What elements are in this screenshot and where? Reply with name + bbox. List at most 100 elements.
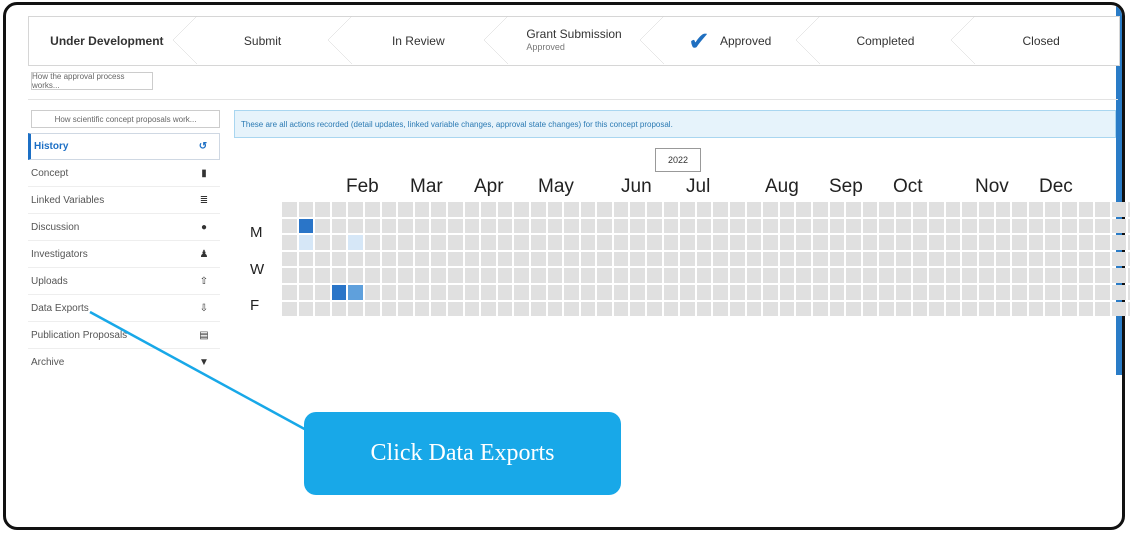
heatmap-cell[interactable] <box>1045 251 1060 267</box>
heatmap-cell[interactable] <box>530 218 546 234</box>
heatmap-cell[interactable] <box>630 235 646 250</box>
heatmap-cell[interactable] <box>613 218 629 234</box>
heatmap-cell[interactable] <box>995 284 1011 300</box>
heatmap-cell[interactable] <box>630 284 646 300</box>
heatmap-cell[interactable] <box>564 235 579 250</box>
heatmap-cell[interactable] <box>713 251 729 267</box>
heatmap-cell[interactable] <box>829 235 845 250</box>
heatmap-cell[interactable] <box>895 284 911 300</box>
heatmap-cell[interactable] <box>1095 268 1110 283</box>
heatmap-cell[interactable] <box>663 235 679 250</box>
heatmap-cell[interactable] <box>929 218 944 234</box>
heatmap-cell[interactable] <box>1078 251 1094 267</box>
heatmap-cell[interactable] <box>547 251 563 267</box>
heatmap-cell[interactable] <box>696 235 712 250</box>
heatmap-cell[interactable] <box>696 284 712 300</box>
heatmap-cell[interactable] <box>1078 202 1094 217</box>
heatmap-cell[interactable] <box>796 251 811 267</box>
heatmap-cell[interactable] <box>879 235 894 250</box>
heatmap-cell[interactable] <box>547 284 563 300</box>
heatmap-cell[interactable] <box>846 235 861 250</box>
heatmap-cell[interactable] <box>796 218 811 234</box>
heatmap-cell[interactable] <box>663 268 679 283</box>
heatmap-cell[interactable] <box>680 218 695 234</box>
heatmap-cell[interactable] <box>945 268 961 283</box>
heatmap-cell[interactable] <box>331 251 347 267</box>
heatmap-cell[interactable] <box>331 218 347 234</box>
heatmap-cell[interactable] <box>945 202 961 217</box>
heatmap-cell[interactable] <box>846 218 861 234</box>
heatmap-cell[interactable] <box>1095 235 1110 250</box>
heatmap-cell[interactable] <box>481 301 496 317</box>
heatmap-cell[interactable] <box>730 202 745 217</box>
heatmap-cell[interactable] <box>945 251 961 267</box>
heatmap-cell[interactable] <box>1028 284 1044 300</box>
heatmap-cell[interactable] <box>364 251 380 267</box>
heatmap-cell[interactable] <box>514 218 529 234</box>
heatmap-cell[interactable] <box>647 235 662 250</box>
heatmap-cell[interactable] <box>746 251 762 267</box>
heatmap-cell[interactable] <box>829 268 845 283</box>
heatmap-cell[interactable] <box>929 284 944 300</box>
heatmap-cell[interactable] <box>530 251 546 267</box>
heatmap-cell[interactable] <box>481 284 496 300</box>
sidebar-item-linked-variables[interactable]: Linked Variables ≣ <box>28 187 220 214</box>
heatmap-cell[interactable] <box>730 235 745 250</box>
heatmap-cell[interactable] <box>912 251 928 267</box>
heatmap-cell[interactable] <box>381 284 397 300</box>
heatmap-cell[interactable] <box>447 202 463 217</box>
heatmap-cell[interactable] <box>464 202 480 217</box>
heatmap-cell[interactable] <box>514 268 529 283</box>
heatmap-cell[interactable] <box>315 202 330 217</box>
heatmap-cell[interactable] <box>1045 235 1060 250</box>
heatmap-cell[interactable] <box>680 284 695 300</box>
step-submit[interactable]: Submit <box>172 16 341 65</box>
heatmap-cell[interactable] <box>779 235 795 250</box>
heatmap-cell[interactable] <box>564 202 579 217</box>
heatmap-cell[interactable] <box>912 284 928 300</box>
heatmap-cell[interactable] <box>530 235 546 250</box>
heatmap-cell[interactable] <box>647 218 662 234</box>
heatmap-cell[interactable] <box>514 251 529 267</box>
step-completed[interactable]: Completed <box>795 16 964 65</box>
heatmap-cell[interactable] <box>530 202 546 217</box>
heatmap-cell[interactable] <box>547 268 563 283</box>
heatmap-cell[interactable] <box>763 202 778 217</box>
heatmap-cell[interactable] <box>564 218 579 234</box>
heatmap-cell[interactable] <box>1061 301 1077 317</box>
heatmap-cell[interactable] <box>282 284 297 300</box>
heatmap-cell[interactable] <box>1095 202 1110 217</box>
heatmap-cell[interactable] <box>1111 202 1127 217</box>
heatmap-cell[interactable] <box>1028 251 1044 267</box>
heatmap-cell[interactable] <box>862 202 878 217</box>
heatmap-cell[interactable] <box>630 218 646 234</box>
heatmap-cell[interactable] <box>431 202 446 217</box>
heatmap-cell[interactable] <box>464 251 480 267</box>
heatmap-cell[interactable] <box>978 235 994 250</box>
heatmap-cell[interactable] <box>846 284 861 300</box>
heatmap-cell[interactable] <box>647 202 662 217</box>
heatmap-cell[interactable] <box>680 235 695 250</box>
heatmap-cell[interactable] <box>547 235 563 250</box>
heatmap-cell[interactable] <box>1111 218 1127 234</box>
heatmap-cell[interactable] <box>763 301 778 317</box>
heatmap-cell[interactable] <box>514 235 529 250</box>
heatmap-cell[interactable] <box>647 268 662 283</box>
heatmap-cell[interactable] <box>663 202 679 217</box>
heatmap-cell[interactable] <box>1111 235 1127 250</box>
heatmap-cell[interactable] <box>282 268 297 283</box>
heatmap-cell[interactable] <box>929 251 944 267</box>
heatmap-cell[interactable] <box>779 268 795 283</box>
heatmap-cell[interactable] <box>547 202 563 217</box>
heatmap-cell[interactable] <box>978 268 994 283</box>
heatmap-cell[interactable] <box>1095 301 1110 317</box>
heatmap-cell[interactable] <box>895 235 911 250</box>
heatmap-cell[interactable] <box>497 235 513 250</box>
heatmap-cell[interactable] <box>1012 268 1027 283</box>
heatmap-cell[interactable] <box>481 235 496 250</box>
heatmap-cell[interactable] <box>895 301 911 317</box>
heatmap-cell[interactable] <box>298 251 314 267</box>
heatmap-cell[interactable] <box>796 301 811 317</box>
heatmap-cell[interactable] <box>1045 301 1060 317</box>
heatmap-cell[interactable] <box>763 251 778 267</box>
